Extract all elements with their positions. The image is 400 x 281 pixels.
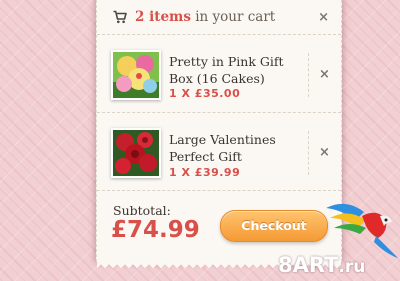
cart-summary-suffix: in your cart [190, 9, 276, 25]
watermark-brand: 8ART [278, 253, 339, 277]
subtotal-label: Subtotal: [113, 203, 171, 218]
cart-header: 2 items in your cart × [97, 0, 341, 35]
item-name[interactable]: Large Valentines Perfect Gift [169, 131, 299, 165]
cupcakes-image[interactable] [111, 50, 161, 100]
remove-item-button[interactable]: × [308, 131, 341, 175]
cart-panel: 2 items in your cart × Pretty in Pink Gi… [96, 0, 342, 268]
cart-footer: Subtotal: £74.99 Checkout [97, 191, 341, 261]
remove-item-button[interactable]: × [308, 53, 341, 97]
close-cart-icon[interactable]: × [318, 11, 329, 24]
remove-icon[interactable]: × [319, 68, 330, 81]
item-price: 1 X £39.99 [169, 166, 241, 179]
item-name[interactable]: Pretty in Pink Gift Box (16 Cakes) [169, 53, 299, 87]
cart-item: Pretty in Pink Gift Box (16 Cakes) 1 X £… [97, 35, 341, 113]
cart-item: Large Valentines Perfect Gift 1 X £39.99… [97, 113, 341, 191]
cart-summary: 2 items in your cart [135, 9, 275, 25]
remove-icon[interactable]: × [319, 146, 330, 159]
watermark-domain: .ru [338, 257, 366, 277]
checkout-button[interactable]: Checkout [220, 210, 328, 242]
subtotal-value: £74.99 [111, 217, 200, 243]
watermark: 8ART.ru [278, 253, 365, 277]
item-count: 2 items [135, 9, 191, 25]
parrot-logo [326, 203, 398, 258]
cart-icon [113, 10, 127, 24]
item-price: 1 X £35.00 [169, 87, 241, 100]
roses-image[interactable] [111, 128, 161, 178]
